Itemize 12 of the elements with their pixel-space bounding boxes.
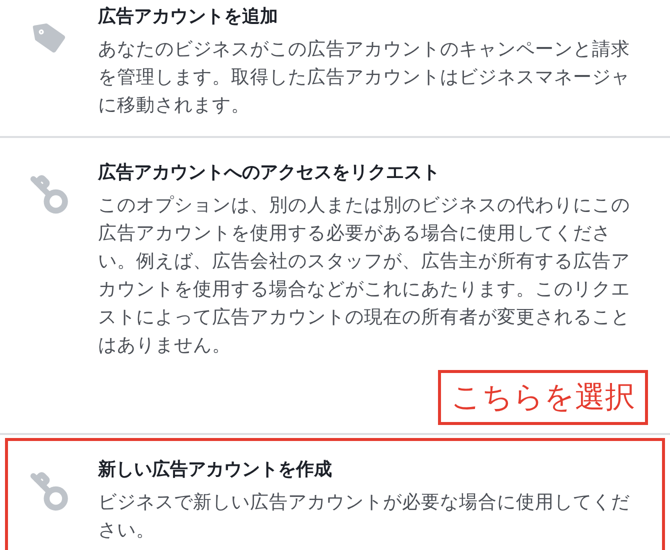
option-title[interactable]: 新しい広告アカウントを作成 [98, 457, 648, 483]
key-icon [30, 471, 70, 511]
option-description: あなたのビジネスがこの広告アカウントのキャンペーンと請求を管理します。取得した広告アカウントはビジネスマネージャに移動されます。 [98, 38, 631, 118]
callout-label: こちらを選択 [438, 370, 648, 425]
highlighted-option[interactable]: 新しい広告アカウントを作成 ビジネスで新しい広告アカウントが必要な場合に使用してください。 [0, 433, 670, 550]
option-row[interactable]: 広告アカウントへのアクセスをリクエスト このオプションは、別の人または別のビジネスの代わりにこの広告アカウントを使用する必要がある場合に使用してください。例えば、広告会社のスタッフが、広告主が所有する広告アカウントを使用する場合などがこれにあたります。このリクエストによって広告アカウントの現在の所有者が変更されることはありません。 こちらを選択 [0, 136, 670, 433]
option-title[interactable]: 広告アカウントを追加 [98, 4, 648, 30]
option-title[interactable]: 広告アカウントへのアクセスをリクエスト [98, 160, 648, 186]
option-description: このオプションは、別の人または別のビジネスの代わりにこの広告アカウントを使用する必要がある場合に使用してください。例えば、広告会社のスタッフが、広告主が所有する広告アカウントを使用する場合などがこれにあたります。このリクエストによって広告アカウントの現在の所有者が変更されることはありません。 [98, 194, 631, 358]
key-icon [30, 174, 70, 214]
option-row[interactable]: 広告アカウントを追加 あなたのビジネスがこの広告アカウントのキャンペーンと請求を管理します。取得した広告アカウントはビジネスマネージャに移動されます。 [0, 0, 670, 136]
option-description: ビジネスで新しい広告アカウントが必要な場合に使用してください。 [98, 491, 631, 543]
